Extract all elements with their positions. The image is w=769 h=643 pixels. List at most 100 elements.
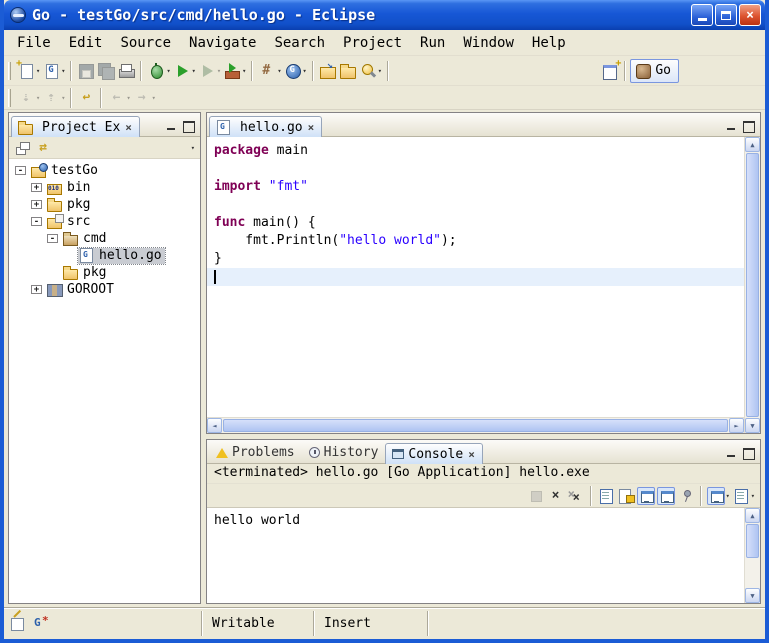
dropdown-icon[interactable]: ▾ [192,67,196,75]
tree-toggle-icon[interactable]: + [31,183,42,192]
console-vertical-scrollbar[interactable]: ▲ ▼ [744,508,760,603]
scroll-down-icon[interactable]: ▼ [745,418,760,433]
menu-help[interactable]: Help [523,33,575,53]
tree-item-src-pkg[interactable]: pkg [9,264,200,281]
dropdown-icon[interactable]: ▾ [152,94,156,102]
scrollbar-thumb[interactable] [223,419,728,432]
dropdown-icon[interactable]: ▾ [242,67,246,75]
tab-hello-go[interactable]: hello.go × [209,116,322,137]
menu-file[interactable]: File [8,33,60,53]
print-button[interactable] [116,59,136,83]
forward-button[interactable]: →▾ [132,86,157,110]
code-line[interactable]: } [207,250,744,268]
close-view-icon[interactable]: × [124,122,133,133]
show-stdout-button[interactable] [636,484,656,508]
current-code-line[interactable] [207,268,744,286]
new-go-file-button[interactable]: ▾ [283,59,308,83]
dropdown-icon[interactable]: ▾ [36,67,40,75]
tree-item-cmd[interactable]: - cmd [9,230,200,247]
menu-navigate[interactable]: Navigate [180,33,265,53]
dropdown-icon[interactable]: ▾ [378,67,382,75]
external-tools-button[interactable]: ▾ [222,59,247,83]
search-button[interactable]: ▾ [358,59,383,83]
tab-problems[interactable]: Problems [209,442,302,463]
dropdown-icon[interactable]: ▾ [36,94,40,102]
editor-vertical-scrollbar[interactable]: ▲ ▼ [744,137,760,433]
minimize-editor-icon[interactable] [725,120,738,132]
minimize-button[interactable] [691,4,713,26]
clear-console-button[interactable] [596,484,616,508]
tree-toggle-icon[interactable]: - [15,166,26,175]
minimize-view-icon[interactable] [725,447,738,459]
title-bar[interactable]: Go - testGo/src/cmd/hello.go - Eclipse × [4,0,765,30]
tab-history[interactable]: History [302,442,386,463]
scrollbar-track[interactable] [745,559,760,588]
import-button[interactable] [318,59,338,83]
code-editor[interactable]: package main import "fmt" func main() { … [207,137,744,417]
show-stderr-button[interactable] [656,484,676,508]
save-button[interactable] [76,59,96,83]
profile-button[interactable]: ▾ [197,59,222,83]
link-with-editor-button[interactable]: ⇄ [33,136,53,160]
tree-toggle-icon[interactable]: + [31,285,42,294]
scroll-up-icon[interactable]: ▲ [745,137,760,152]
dropdown-icon[interactable]: ▾ [726,492,730,500]
fast-view-icon[interactable] [9,615,27,633]
go-status-icon[interactable] [31,615,49,633]
tab-project-explorer[interactable]: Project Ex × [11,116,140,137]
dropdown-icon[interactable]: ▾ [126,94,130,102]
dropdown-icon[interactable]: ▾ [303,67,307,75]
collapse-all-button[interactable] [13,136,33,160]
last-edit-location-button[interactable]: ↩ [76,86,96,110]
code-line[interactable] [207,196,744,214]
previous-annotation-button[interactable]: ⇡▾ [41,86,66,110]
go-perspective-button[interactable]: Go [630,59,679,83]
minimize-view-icon[interactable] [165,120,178,132]
dropdown-icon[interactable]: ▾ [61,94,65,102]
code-line[interactable]: import "fmt" [207,178,744,196]
tree-toggle-icon[interactable]: - [31,217,42,226]
tree-item-hello-go[interactable]: hello.go [9,247,200,264]
open-perspective-button[interactable] [600,59,620,83]
back-button[interactable]: ←▾ [106,86,131,110]
scroll-right-icon[interactable]: ► [729,418,744,433]
tab-console[interactable]: Console × [385,443,482,464]
scroll-lock-button[interactable] [616,484,636,508]
close-view-icon[interactable]: × [467,449,476,460]
tree-toggle-icon[interactable]: - [47,234,58,243]
run-button[interactable]: ▾ [172,59,197,83]
remove-launch-button[interactable]: × [546,484,566,508]
maximize-view-icon[interactable] [182,120,195,132]
menu-edit[interactable]: Edit [60,33,112,53]
dropdown-icon[interactable]: ▾ [751,492,755,500]
scrollbar-thumb[interactable] [746,524,759,558]
toolbar-grip[interactable] [8,62,11,80]
code-line[interactable]: fmt.Println("hello world"); [207,232,744,250]
tree-item-bin[interactable]: + bin [9,179,200,196]
new-wizard-button[interactable]: ▾ [16,59,41,83]
debug-button[interactable]: ▾ [146,59,171,83]
tree-item-src[interactable]: - src [9,213,200,230]
tree-item-testgo[interactable]: - testGo [9,162,200,179]
toolbar-grip[interactable] [8,89,11,107]
scrollbar-thumb[interactable] [746,153,759,417]
scroll-up-icon[interactable]: ▲ [745,508,760,523]
new-go-element-button[interactable]: ▾ [41,59,66,83]
next-annotation-button[interactable]: ⇣▾ [16,86,41,110]
save-all-button[interactable] [96,59,116,83]
terminate-button[interactable] [526,484,546,508]
code-line[interactable]: package main [207,142,744,160]
menu-search[interactable]: Search [265,33,334,53]
scroll-left-icon[interactable]: ◄ [207,418,222,433]
menu-run[interactable]: Run [411,33,454,53]
code-line[interactable] [207,160,744,178]
dropdown-icon[interactable]: ▾ [217,67,221,75]
code-line[interactable]: func main() { [207,214,744,232]
tree-item-pkg[interactable]: + pkg [9,196,200,213]
console-output-text[interactable]: hello world [207,508,744,603]
maximize-button[interactable] [715,4,737,26]
tree-toggle-icon[interactable]: + [31,200,42,209]
editor-horizontal-scrollbar[interactable]: ◄ ► [207,417,744,433]
dropdown-icon[interactable]: ▾ [277,67,281,75]
view-menu-button[interactable]: ▾ [189,136,196,160]
